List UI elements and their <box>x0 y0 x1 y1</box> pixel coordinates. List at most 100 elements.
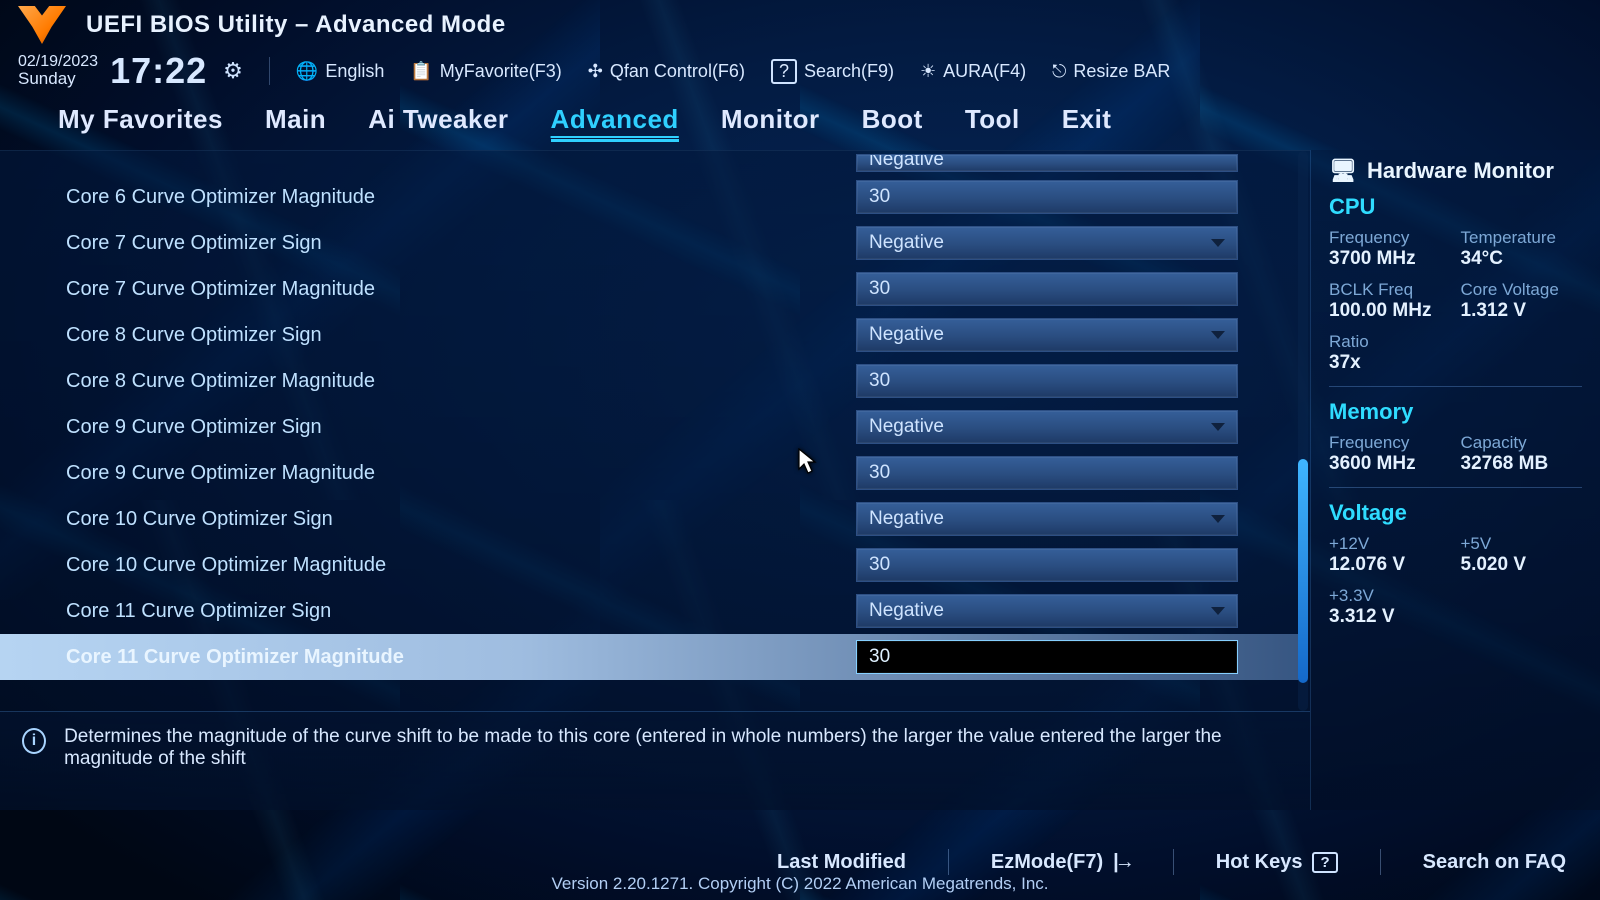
setting-row[interactable]: Core 7 Curve Optimizer Magnitude30 <box>0 266 1300 312</box>
setting-label: Core 9 Curve Optimizer Magnitude <box>66 462 856 485</box>
separator <box>948 849 949 875</box>
tab-monitor[interactable]: Monitor <box>721 104 820 142</box>
myfavorite-button[interactable]: 📋 MyFavorite(F3) <box>410 61 561 82</box>
tab-boot[interactable]: Boot <box>862 104 923 142</box>
v12-value: 12.076 V <box>1329 554 1451 576</box>
setting-label: Core 7 Curve Optimizer Sign <box>66 232 856 255</box>
brand-logo <box>18 6 66 44</box>
mem-cap-value: 32768 MB <box>1461 453 1583 475</box>
cpu-bclk-value: 100.00 MHz <box>1329 300 1451 322</box>
date: 02/19/2023 <box>18 53 98 71</box>
tab-tool[interactable]: Tool <box>965 104 1020 142</box>
language-label: English <box>325 61 384 82</box>
mem-freq-label: Frequency <box>1329 433 1451 453</box>
cpu-grid: Frequency3700 MHz Temperature34°C BCLK F… <box>1329 228 1582 374</box>
language-button[interactable]: 🌐 English <box>296 61 384 82</box>
setting-label: Core 8 Curve Optimizer Sign <box>66 324 856 347</box>
separator <box>1380 849 1381 875</box>
setting-label: Core 9 Curve Optimizer Sign <box>66 416 856 439</box>
setting-row[interactable]: .Negative <box>0 151 1300 174</box>
input-control[interactable]: 30 <box>856 180 1238 214</box>
question-icon: ? <box>1312 852 1337 873</box>
separator <box>1173 849 1174 875</box>
cpu-freq-label: Frequency <box>1329 228 1451 248</box>
search-button[interactable]: ?Search(F9) <box>771 59 894 84</box>
day: Sunday <box>18 70 98 89</box>
aura-button[interactable]: ☀ AURA(F4) <box>920 61 1026 82</box>
date-block: 02/19/2023 Sunday <box>18 53 98 89</box>
hwmon-title: Hardware Monitor <box>1367 158 1554 184</box>
cpu-vcore-value: 1.312 V <box>1461 300 1583 322</box>
input-control[interactable]: 30 <box>856 456 1238 490</box>
setting-row[interactable]: Core 10 Curve Optimizer SignNegative <box>0 496 1300 542</box>
input-control[interactable]: 30 <box>856 364 1238 398</box>
setting-label: Core 7 Curve Optimizer Magnitude <box>66 278 856 301</box>
divider <box>1329 487 1582 488</box>
last-modified-label: Last Modified <box>777 851 906 874</box>
dropdown-control[interactable]: Negative <box>856 594 1238 628</box>
setting-row[interactable]: Core 11 Curve Optimizer Magnitude30 <box>0 634 1300 680</box>
setting-row[interactable]: Core 10 Curve Optimizer Magnitude30 <box>0 542 1300 588</box>
hotkeys-button[interactable]: Hot Keys? <box>1216 851 1338 874</box>
cpu-temp-value: 34°C <box>1461 248 1583 270</box>
workspace: .NegativeCore 6 Curve Optimizer Magnitud… <box>0 150 1600 810</box>
setting-row[interactable]: Core 9 Curve Optimizer SignNegative <box>0 404 1300 450</box>
dropdown-control[interactable]: Negative <box>856 154 1238 172</box>
input-control[interactable]: 30 <box>856 548 1238 582</box>
setting-label: Core 11 Curve Optimizer Magnitude <box>66 646 856 669</box>
setting-row[interactable]: Core 9 Curve Optimizer Magnitude30 <box>0 450 1300 496</box>
help-text: Determines the magnitude of the curve sh… <box>64 726 1290 770</box>
mem-cap-label: Capacity <box>1461 433 1583 453</box>
app-title: UEFI BIOS Utility – Advanced Mode <box>86 11 506 39</box>
search-faq-label: Search on FAQ <box>1423 851 1566 874</box>
setting-row[interactable]: Core 11 Curve Optimizer SignNegative <box>0 588 1300 634</box>
hardware-monitor-panel: 🖥Hardware Monitor CPU Frequency3700 MHz … <box>1310 150 1600 810</box>
input-control[interactable]: 30 <box>856 640 1238 674</box>
aura-label: AURA(F4) <box>943 61 1026 82</box>
cpu-ratio-value: 37x <box>1329 352 1451 374</box>
ezmode-button[interactable]: EzMode(F7)|→ <box>991 851 1131 874</box>
last-modified-button[interactable]: Last Modified <box>777 851 906 874</box>
monitor-icon: 🖥 <box>1329 158 1357 184</box>
setting-row[interactable]: Core 8 Curve Optimizer Magnitude30 <box>0 358 1300 404</box>
help-box: i Determines the magnitude of the curve … <box>0 711 1310 810</box>
setting-row[interactable]: Core 7 Curve Optimizer SignNegative <box>0 220 1300 266</box>
scrollbar[interactable] <box>1298 151 1308 711</box>
favorite-icon: 📋 <box>410 61 432 82</box>
gear-icon[interactable]: ⚙ <box>219 58 243 84</box>
tab-advanced[interactable]: Advanced <box>551 104 679 142</box>
main-nav: My Favorites Main Ai Tweaker Advanced Monito… <box>0 98 1600 150</box>
exit-icon: |→ <box>1113 851 1131 874</box>
main-column: .NegativeCore 6 Curve Optimizer Magnitud… <box>0 150 1310 810</box>
setting-row[interactable]: Core 8 Curve Optimizer SignNegative <box>0 312 1300 358</box>
tab-ai-tweaker[interactable]: Ai Tweaker <box>368 104 508 142</box>
aura-icon: ☀ <box>920 61 936 82</box>
scrollbar-thumb[interactable] <box>1298 459 1308 683</box>
setting-row[interactable]: Core 6 Curve Optimizer Magnitude30 <box>0 174 1300 220</box>
input-control[interactable]: 30 <box>856 272 1238 306</box>
settings-list: .NegativeCore 6 Curve Optimizer Magnitud… <box>0 151 1300 680</box>
search-faq-button[interactable]: Search on FAQ <box>1423 851 1566 874</box>
myfavorite-label: MyFavorite(F3) <box>440 61 562 82</box>
setting-label: Core 10 Curve Optimizer Sign <box>66 508 856 531</box>
dropdown-control[interactable]: Negative <box>856 226 1238 260</box>
tab-main[interactable]: Main <box>265 104 326 142</box>
hwmon-header: 🖥 Hardware Monitor <box>1329 158 1582 184</box>
clock: 17:22 <box>110 50 207 92</box>
dropdown-control[interactable]: Negative <box>856 502 1238 536</box>
cpu-freq-value: 3700 MHz <box>1329 248 1451 270</box>
qfan-button[interactable]: ✣Qfan Control(F6) <box>588 61 745 82</box>
cpu-ratio-label: Ratio <box>1329 332 1451 352</box>
dropdown-control[interactable]: Negative <box>856 410 1238 444</box>
tab-my-favorites[interactable]: My Favorites <box>58 104 223 142</box>
setting-label: Core 11 Curve Optimizer Sign <box>66 600 856 623</box>
cpu-temp-label: Temperature <box>1461 228 1583 248</box>
v12-label: +12V <box>1329 534 1451 554</box>
mem-section-title: Memory <box>1329 399 1582 425</box>
resizebar-button[interactable]: ⎋Resize BAR <box>1052 61 1170 82</box>
cpu-bclk-label: BCLK Freq <box>1329 280 1451 300</box>
dropdown-control[interactable]: Negative <box>856 318 1238 352</box>
tab-exit[interactable]: Exit <box>1062 104 1112 142</box>
globe-icon: 🌐 <box>296 61 318 82</box>
volt-grid: +12V12.076 V +5V5.020 V +3.3V3.312 V <box>1329 534 1582 628</box>
